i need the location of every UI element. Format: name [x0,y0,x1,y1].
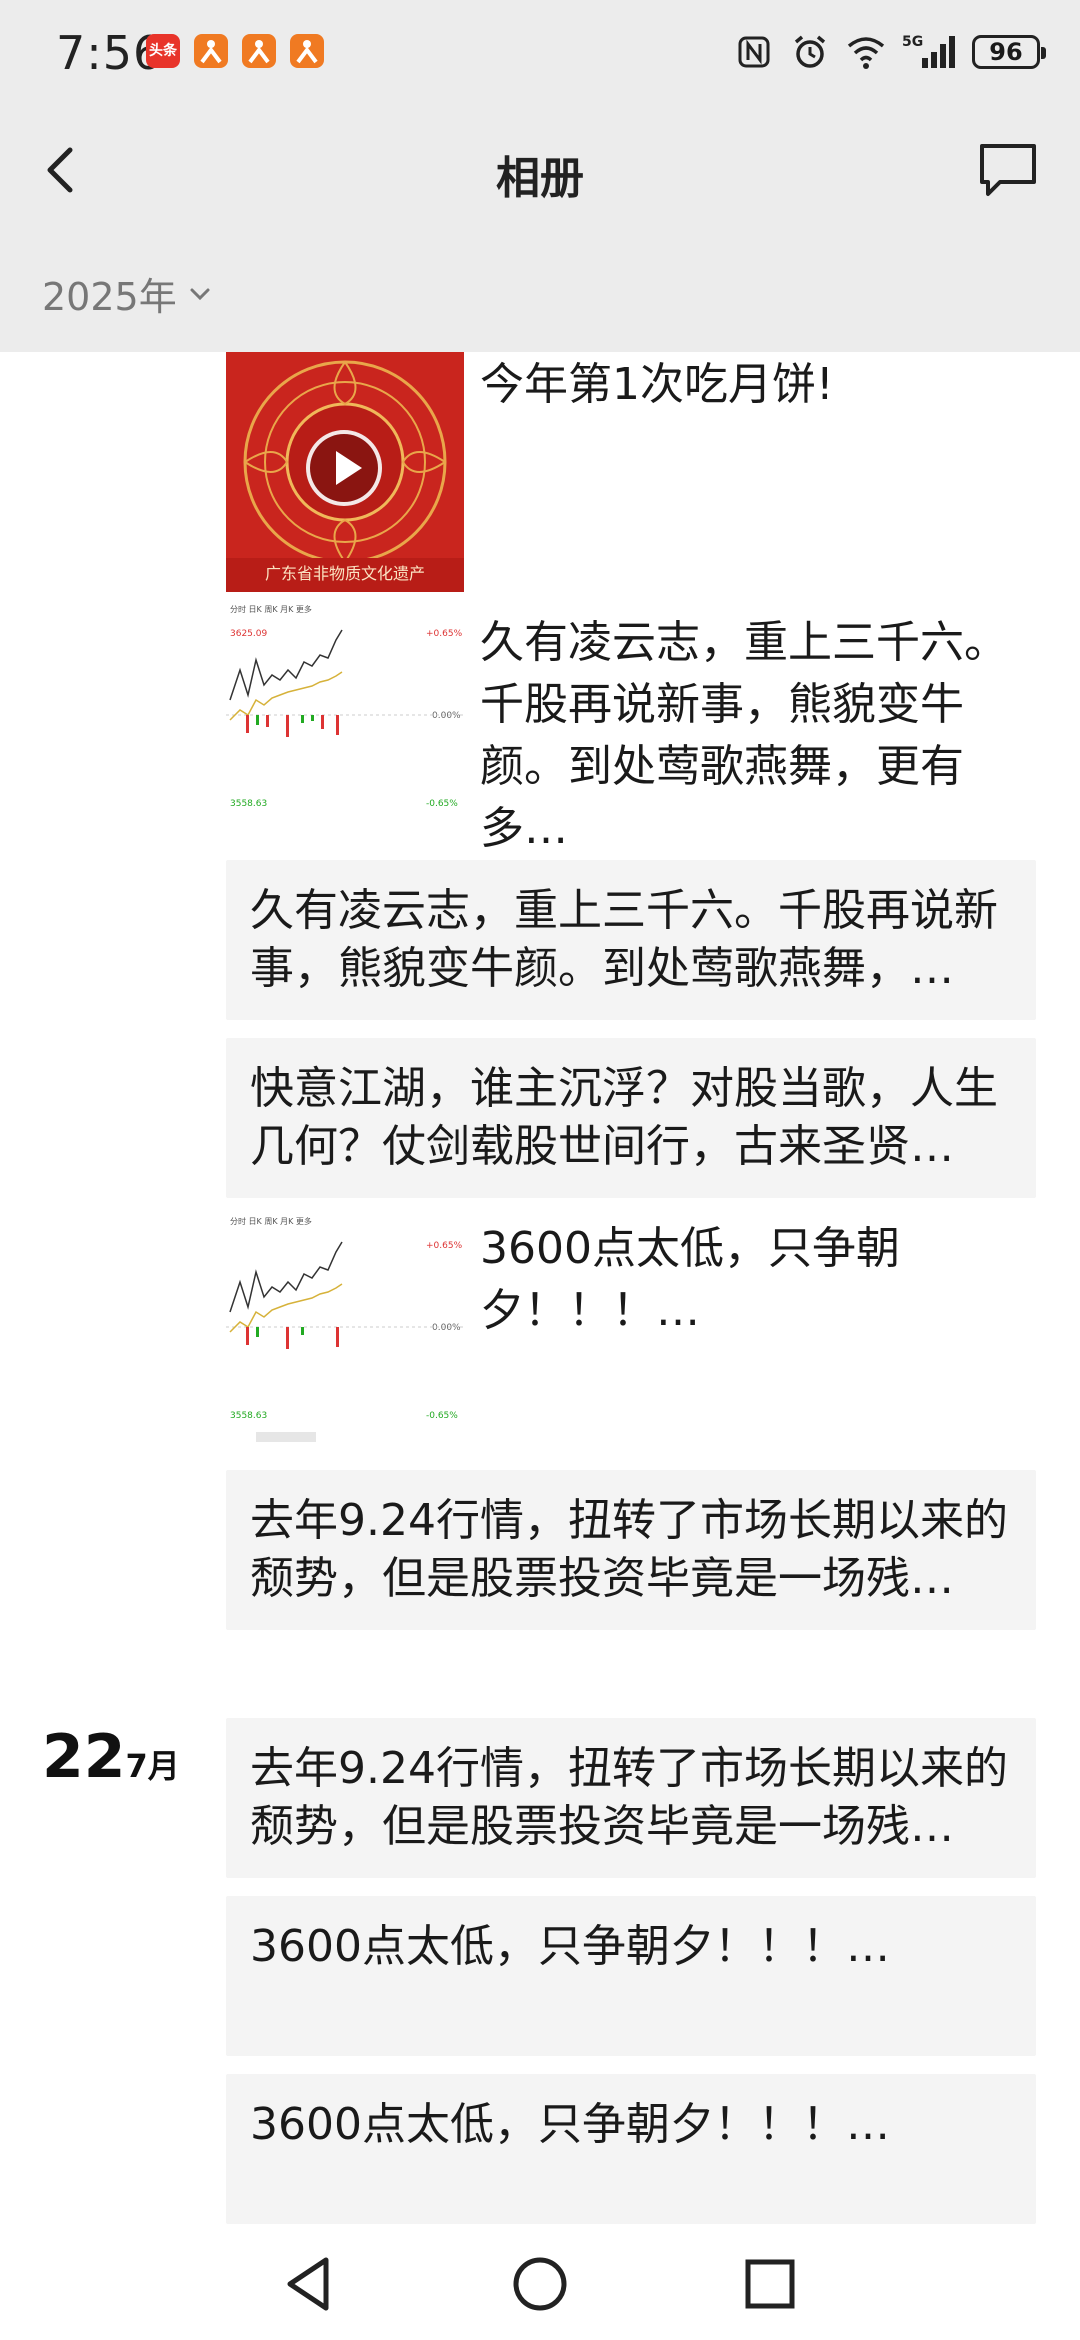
svg-text:5G: 5G [902,34,923,50]
status-bar: 7:56 头条 5G 96 [0,0,1080,110]
nfc-icon [734,32,774,72]
date-day: 22 [42,1722,126,1792]
post-text: 去年9.24行情，扭转了市场长期以来的颓势，但是股票投资毕竟是一场残… [250,1495,1008,1604]
chevron-down-icon [190,288,210,300]
message-button[interactable] [976,140,1040,200]
notification-app-icon [242,34,276,68]
toutiao-app-icon: 头条 [146,34,180,68]
post-text: 快意江湖，谁主沉浮？对股当歌，人生几何？仗剑载股世间行，古来圣贤… [250,1063,998,1172]
top-header: 7:56 头条 5G 96 相册 2025年 [0,0,1080,352]
svg-text:分时 日K 周K 月K 更多: 分时 日K 周K 月K 更多 [230,1216,312,1226]
album-post[interactable]: 分时 日K 周K 月K 更多 3625.09 +0.65% 0.00% 3558… [226,600,1036,854]
stock-chart-image: 分时 日K 周K 月K 更多 +0.65% 0.00% 3558.63 -0.6… [226,1212,464,1452]
stock-pct-down: -0.65% [426,799,458,809]
post-text: 3600点太低，只争朝夕！！！… [250,1921,890,1972]
alarm-icon [790,32,830,72]
stock-chart-thumbnail[interactable]: 分时 日K 周K 月K 更多 3625.09 +0.65% 0.00% 3558… [226,600,464,844]
battery-icon: 96 [972,35,1046,69]
page-title: 相册 [496,153,584,204]
year-selector[interactable]: 2025年 [42,266,213,321]
album-post[interactable]: 久有凌云志，重上三千六。千股再说新事，熊貌变牛颜。到处莺歌燕舞，… [226,860,1036,1020]
wifi-icon [846,32,886,72]
signal-5g-icon: 5G [902,32,956,72]
stock-low-label: 3558.63 [230,799,267,809]
square-recents-icon [745,2259,795,2309]
video-thumbnail[interactable]: 广东省非物质文化遗产 [226,352,464,592]
nav-home-button[interactable] [508,2252,572,2316]
stock-chart-thumbnail[interactable]: 分时 日K 周K 月K 更多 +0.65% 0.00% 3558.63 -0.6… [226,1212,464,1452]
circle-home-icon [513,2257,567,2311]
album-post[interactable]: 广东省非物质文化遗产 今年第1次吃月饼! [226,352,1036,592]
stock-high-label: 3625.09 [230,629,267,639]
thumb-caption: 广东省非物质文化遗产 [264,564,425,583]
album-post[interactable]: 去年9.24行情，扭转了市场长期以来的颓势，但是股票投资毕竟是一场残… [226,1470,1036,1630]
album-post[interactable]: 去年9.24行情，扭转了市场长期以来的颓势，但是股票投资毕竟是一场残… [226,1718,1036,1878]
nav-recents-button[interactable] [738,2252,802,2316]
stock-pct-up: +0.65% [426,629,463,639]
notification-app-icon [290,34,324,68]
stock-pct-mid: 0.00% [432,711,461,721]
post-text: 久有凌云志，重上三千六。千股再说新事，熊貌变牛颜。到处莺歌燕舞，更有多… [480,617,1008,854]
date-label: 227月 [42,1722,180,1792]
triangle-back-icon [287,2257,329,2311]
nav-back-button[interactable] [278,2252,342,2316]
album-post[interactable]: 3600点太低，只争朝夕！！！… [226,2074,1036,2224]
system-nav-bar [0,2230,1080,2340]
comment-icon [980,144,1036,196]
album-post[interactable]: 分时 日K 周K 月K 更多 +0.65% 0.00% 3558.63 -0.6… [226,1212,1036,1452]
album-post[interactable]: 快意江湖，谁主沉浮？对股当歌，人生几何？仗剑载股世间行，古来圣贤… [226,1038,1036,1198]
post-text: 去年9.24行情，扭转了市场长期以来的颓势，但是股票投资毕竟是一场残… [250,1743,1008,1852]
post-text: 久有凌云志，重上三千六。千股再说新事，熊貌变牛颜。到处莺歌燕舞，… [250,885,998,994]
album-post[interactable]: 3600点太低，只争朝夕！！！… [226,1896,1036,2056]
play-icon[interactable] [306,430,382,506]
stock-pct-mid: 0.00% [432,1323,461,1333]
svg-text:分时 日K 周K 月K 更多: 分时 日K 周K 月K 更多 [230,604,312,614]
post-text: 3600点太低，只争朝夕！！！… [480,1223,900,1336]
stock-low-label: 3558.63 [230,1411,267,1421]
stock-chart-image: 分时 日K 周K 月K 更多 3625.09 +0.65% 0.00% 3558… [226,600,464,844]
year-label: 2025年 [42,275,177,319]
post-text: 3600点太低，只争朝夕！！！… [250,2099,890,2150]
notification-app-icon [194,34,228,68]
date-month: 7月 [125,1747,180,1785]
system-icons: 5G 96 [734,30,1046,74]
nav-bar: 相册 [0,120,1080,220]
stock-pct-up: +0.65% [426,1241,463,1251]
stock-pct-down: -0.65% [426,1411,458,1421]
post-text: 今年第1次吃月饼! [480,359,834,410]
